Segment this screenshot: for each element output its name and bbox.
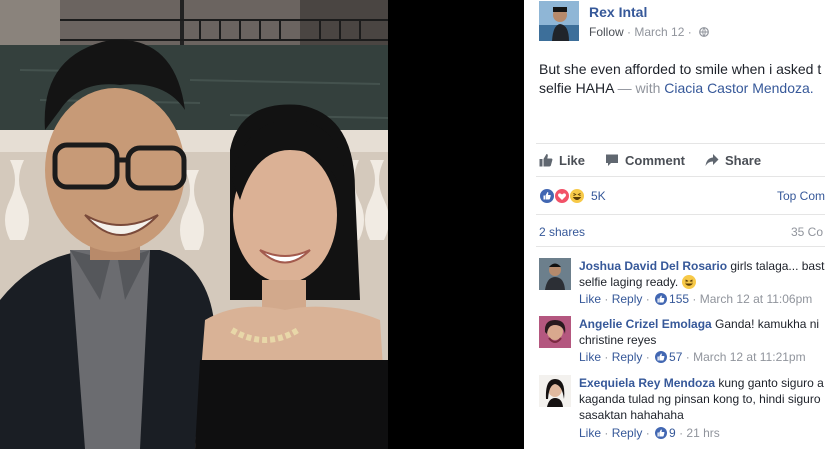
reaction-count[interactable]: 5K	[591, 189, 606, 203]
post-date[interactable]: March 12	[634, 25, 684, 39]
commenter-name[interactable]: Exequiela Rey Mendoza	[579, 376, 715, 390]
author-avatar[interactable]	[539, 1, 579, 41]
globe-icon	[699, 27, 709, 37]
like-badge-icon	[655, 293, 668, 305]
follow-link[interactable]: Follow	[589, 25, 624, 39]
like-reaction-icon	[539, 188, 555, 204]
love-reaction-icon	[554, 188, 570, 204]
shares-row: 2 shares 35 Co	[539, 225, 825, 239]
reaction-icons[interactable]	[539, 187, 587, 205]
divider	[536, 143, 825, 144]
comment-meta: Like · Reply · 9 · 21 hrs	[579, 426, 720, 440]
top-comments-selector[interactable]: Top Comm	[777, 189, 825, 203]
comment-reply-button[interactable]: Reply	[612, 426, 643, 440]
comment-like-count[interactable]: 57	[669, 350, 682, 364]
comment-meta: Like · Reply · 57 · March 12 at 11:21pm	[579, 350, 806, 364]
comment-time[interactable]: 21 hrs	[686, 426, 719, 440]
post-actions: Like Comment Share	[539, 150, 781, 170]
post-details-panel: Rex Intal Follow · March 12 · But she ev…	[524, 0, 825, 449]
like-label: Like	[559, 152, 586, 168]
commenter-avatar[interactable]	[539, 258, 571, 290]
comment-button[interactable]: Comment	[605, 150, 685, 170]
author-name[interactable]: Rex Intal	[589, 4, 647, 20]
lightbox-background	[388, 0, 524, 449]
comment-reply-button[interactable]: Reply	[612, 350, 643, 364]
comment-body: Joshua David Del Rosario girls talaga...…	[579, 258, 825, 290]
post-meta: Follow · March 12 ·	[589, 25, 709, 39]
reactions-summary: 5K Top Comm	[539, 186, 825, 206]
with-label: — with	[617, 80, 661, 96]
comment-like-count[interactable]: 9	[669, 426, 676, 440]
haha-reaction-icon	[569, 188, 585, 204]
share-button[interactable]: Share	[705, 150, 761, 170]
divider	[536, 214, 825, 215]
comment-like-button[interactable]: Like	[579, 426, 601, 440]
commenter-avatar[interactable]	[539, 316, 571, 348]
post-photo[interactable]	[0, 0, 388, 449]
thumbs-up-icon	[539, 154, 553, 167]
comments-count: 35 Co	[791, 225, 824, 239]
meta-separator: ·	[687, 25, 696, 39]
selfie-image	[0, 0, 388, 449]
post-text-line2: selfie HAHA	[539, 80, 614, 96]
shares-link[interactable]: 2 shares	[539, 225, 585, 239]
comment-like-button[interactable]: Like	[579, 350, 601, 364]
commenter-name[interactable]: Joshua David Del Rosario	[579, 259, 727, 273]
laughing-emoji-icon	[681, 275, 696, 289]
comment-reply-button[interactable]: Reply	[612, 292, 643, 306]
comment-like-button[interactable]: Like	[579, 292, 601, 306]
like-badge-icon	[655, 351, 668, 363]
divider	[536, 246, 825, 247]
like-button[interactable]: Like	[539, 150, 585, 170]
tagged-user-link[interactable]: Ciacia Castor Mendoza.	[664, 80, 813, 96]
share-label: Share	[724, 152, 762, 168]
comment-meta: Like · Reply · 155 · March 12 at 11:06pm	[579, 292, 813, 306]
commenter-name[interactable]: Angelie Crizel Emolaga	[579, 317, 712, 331]
like-badge-icon	[655, 427, 668, 439]
comment-icon	[606, 154, 619, 166]
divider	[536, 176, 825, 177]
comment-body: Exequiela Rey Mendoza kung ganto siguro …	[579, 375, 825, 423]
comment-body: Angelie Crizel Emolaga Ganda! kamukha ni…	[579, 316, 825, 348]
comment-label: Comment	[625, 152, 685, 168]
comment-time[interactable]: March 12 at 11:06pm	[700, 292, 813, 306]
commenter-avatar[interactable]	[539, 375, 571, 407]
comment-time[interactable]: March 12 at 11:21pm	[693, 350, 806, 364]
post-text-line1: But she even afforded to smile when i as…	[539, 61, 822, 77]
share-arrow-icon	[705, 154, 719, 166]
comment-like-count[interactable]: 155	[669, 292, 689, 306]
post-text: But she even afforded to smile when i as…	[539, 60, 825, 98]
